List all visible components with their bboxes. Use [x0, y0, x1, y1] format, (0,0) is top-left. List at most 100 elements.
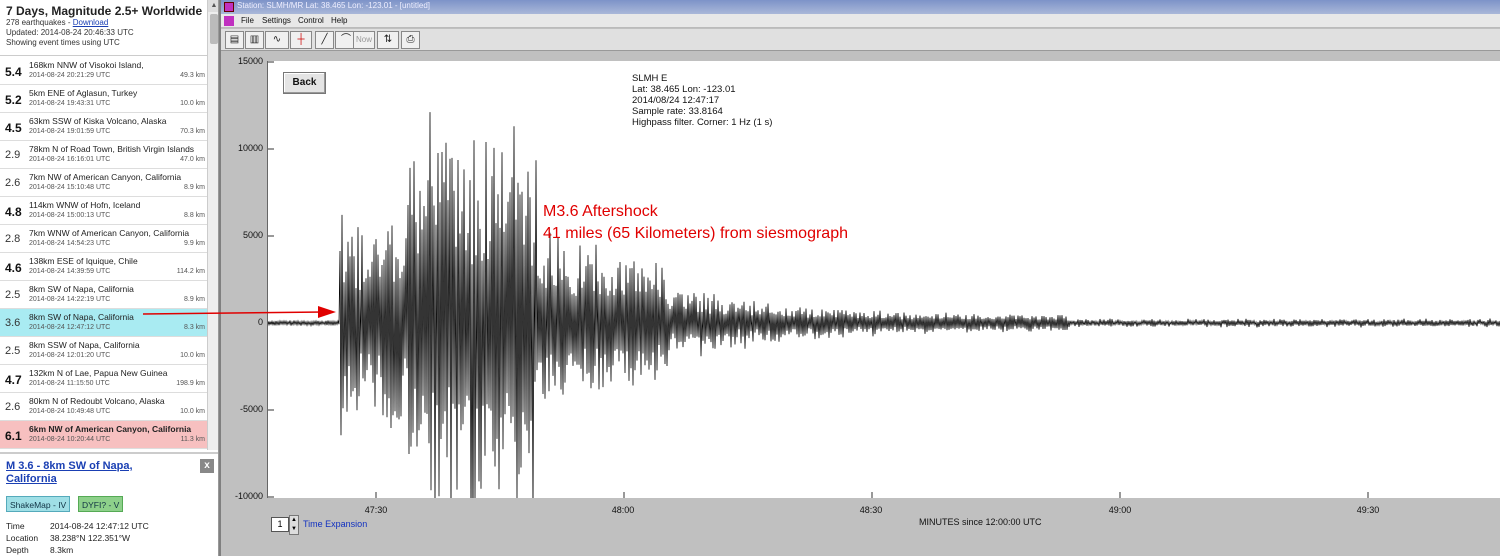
depth-value: 8.3km: [50, 545, 74, 555]
quake-magnitude: 4.8: [5, 205, 22, 219]
screen: 7 Days, Magnitude 2.5+ Worldwide 278 ear…: [0, 0, 1500, 556]
now-button[interactable]: Now: [353, 31, 375, 49]
quake-time: 2014-08-24 14:54:23 UTC: [29, 240, 111, 247]
waveform-icon[interactable]: ∿: [265, 31, 289, 49]
quake-depth: 47.0 km: [180, 156, 205, 163]
quake-magnitude: 4.5: [5, 121, 22, 135]
location-value: 38.238°N 122.351°W: [50, 533, 131, 543]
quake-row[interactable]: 2.5 8km SSW of Napa, California 2014-08-24…: [0, 337, 207, 365]
quake-time: 2014-08-24 14:39:59 UTC: [29, 268, 111, 275]
quake-depth: 10.0 km: [180, 408, 205, 415]
window-titlebar[interactable]: Station: SLMH/MR Lat: 38.465 Lon: -123.0…: [221, 0, 1500, 14]
save-file-icon[interactable]: ▥: [245, 31, 264, 49]
time-expansion-input[interactable]: 1: [271, 517, 289, 532]
depth-label: Depth: [6, 545, 29, 555]
quake-time: 2014-08-24 16:16:01 UTC: [29, 156, 111, 163]
quake-place: 138km ESE of Iquique, Chile: [29, 256, 138, 266]
quake-depth: 8.8 km: [183, 212, 205, 219]
station-channel: SLMH E: [632, 73, 668, 84]
quake-time: 2014-08-24 15:10:48 UTC: [29, 184, 111, 191]
x-tick-4900: 49:00: [1108, 505, 1132, 515]
quake-row[interactable]: 2.6 7km NW of American Canyon, California…: [0, 169, 207, 197]
quake-place: 8km SW of Napa, California: [29, 284, 134, 294]
aftershock-annotation: M3.6 Aftershock: [543, 203, 658, 220]
earthquake-feed-panel: 7 Days, Magnitude 2.5+ Worldwide 278 ear…: [0, 0, 219, 556]
quake-time: 2014-08-24 15:00:13 UTC: [29, 212, 111, 219]
print-icon[interactable]: ⎙: [401, 31, 420, 49]
list-scrollbar[interactable]: ▲: [207, 0, 218, 450]
quake-magnitude: 5.2: [5, 93, 22, 107]
quake-row[interactable]: 5.4 168km NNW of Visokoi Island, 2014-08-2…: [0, 57, 207, 85]
quake-place: 7km NW of American Canyon, California: [29, 172, 182, 182]
quake-row[interactable]: 2.9 78km N of Road Town, British Virgin I…: [0, 141, 207, 169]
y-tick-minus10000: -10000: [234, 491, 263, 501]
distance-annotation: 41 miles (65 Kilometers) from siesmograp…: [543, 225, 848, 242]
download-link[interactable]: Download: [73, 18, 109, 27]
quake-time: 2014-08-24 11:15:50 UTC: [29, 380, 110, 387]
close-icon[interactable]: x: [200, 459, 214, 473]
quake-depth: 10.0 km: [180, 100, 205, 107]
quake-row[interactable]: 4.7 132km N of Lae, Papua New Guinea 2014-…: [0, 365, 207, 393]
station-info: SLMH E Lat: 38.465 Lon: -123.01 2014/08/…: [632, 73, 772, 128]
open-file-icon[interactable]: ▤: [225, 31, 244, 49]
scroll-thumb[interactable]: [210, 14, 218, 44]
quake-magnitude: 5.4: [5, 65, 22, 79]
quake-row[interactable]: 4.8 114km WNW of Hofn, Iceland 2014-08-24 …: [0, 197, 207, 225]
quake-depth: 10.0 km: [180, 352, 205, 359]
quake-place: 6km NW of American Canyon, California: [29, 424, 192, 434]
quake-place: 168km NNW of Visokoi Island,: [29, 60, 144, 70]
quake-place: 78km N of Road Town, British Virgin Isla…: [29, 144, 195, 154]
quake-place: 63km SSW of Kiska Volcano, Alaska: [29, 116, 167, 126]
quake-time: 2014-08-24 19:43:31 UTC: [29, 100, 111, 107]
scroll-up-icon[interactable]: ▲: [208, 0, 218, 12]
quake-row[interactable]: 2.6 80km N of Redoubt Volcano, Alaska 2014…: [0, 393, 207, 421]
window-title: Station: SLMH/MR Lat: 38.465 Lon: -123.0…: [237, 1, 430, 10]
menu-settings[interactable]: Settings: [262, 16, 291, 25]
shakemap-badge[interactable]: ShakeMap - IV: [6, 496, 71, 512]
zoom-icon[interactable]: ╱: [315, 31, 334, 49]
x-tick-4830: 48:30: [859, 505, 883, 515]
quake-depth: 70.3 km: [180, 128, 205, 135]
quake-place: 114km WNW of Hofn, Iceland: [29, 200, 141, 210]
quake-place: 8km SW of Napa, California: [29, 312, 134, 322]
time-expansion-spinner[interactable]: ▲ ▼: [289, 515, 299, 535]
quake-depth: 8.9 km: [183, 296, 205, 303]
back-button[interactable]: Back: [283, 72, 326, 94]
quake-row[interactable]: 4.5 63km SSW of Kiska Volcano, Alaska 2014…: [0, 113, 207, 141]
quake-magnitude: 4.7: [5, 373, 22, 387]
station-sample-rate: Sample rate: 33.8164: [632, 106, 723, 117]
scale-arrows-icon[interactable]: ⇅: [377, 31, 399, 49]
menu-help[interactable]: Help: [331, 16, 347, 25]
quake-time: 2014-08-24 10:49:48 UTC: [29, 408, 111, 415]
feed-count: 278 earthquakes - Download: [6, 18, 207, 28]
quake-time: 2014-08-24 14:22:19 UTC: [29, 296, 111, 303]
y-tick-10000: 10000: [237, 143, 263, 153]
quake-row[interactable]: 5.2 5km ENE of Aglasun, Turkey 2014-08-24 …: [0, 85, 207, 113]
waveform-line: [268, 112, 1500, 498]
feed-header: 7 Days, Magnitude 2.5+ Worldwide 278 ear…: [0, 0, 207, 56]
quake-row[interactable]: 4.6 138km ESE of Iquique, Chile 2014-08-24…: [0, 253, 207, 281]
y-tick-0: 0: [257, 317, 263, 327]
menu-file[interactable]: File: [241, 16, 254, 25]
quake-row[interactable]: 2.5 8km SW of Napa, California 2014-08-24 …: [0, 281, 207, 309]
quake-row[interactable]: 6.1 6km NW of American Canyon, California…: [0, 421, 207, 449]
app-icon: [224, 2, 234, 12]
quake-row[interactable]: 3.6 8km SW of Napa, California 2014-08-24 …: [0, 309, 207, 337]
quake-depth: 114.2 km: [176, 268, 205, 275]
quake-row[interactable]: 2.8 7km WNW of American Canyon, Californi…: [0, 225, 207, 253]
y-tick-5000: 5000: [242, 230, 263, 240]
toolbar: ▤ ▥ ∿ ┼ ╱ ⌒ Now ⇅ ⎙: [221, 29, 1500, 51]
marker-icon[interactable]: ┼: [290, 31, 312, 49]
menu-control[interactable]: Control: [298, 16, 324, 25]
quake-place: 7km WNW of American Canyon, California: [29, 228, 190, 238]
dyfi-badge[interactable]: DYFI? - V: [78, 496, 124, 512]
y-tick-minus5000: -5000: [239, 404, 263, 414]
seismogram-plot[interactable]: [267, 61, 1500, 498]
event-title-link[interactable]: M 3.6 - 8km SW of Napa, California: [6, 460, 186, 486]
feed-time-note: Showing event times using UTC: [6, 38, 120, 47]
document-icon: [224, 16, 234, 26]
quake-depth: 8.9 km: [183, 184, 205, 191]
quake-magnitude: 2.6: [5, 177, 21, 189]
seismograph-window: Station: SLMH/MR Lat: 38.465 Lon: -123.0…: [221, 0, 1500, 556]
x-tick-4800: 48:00: [611, 505, 635, 515]
